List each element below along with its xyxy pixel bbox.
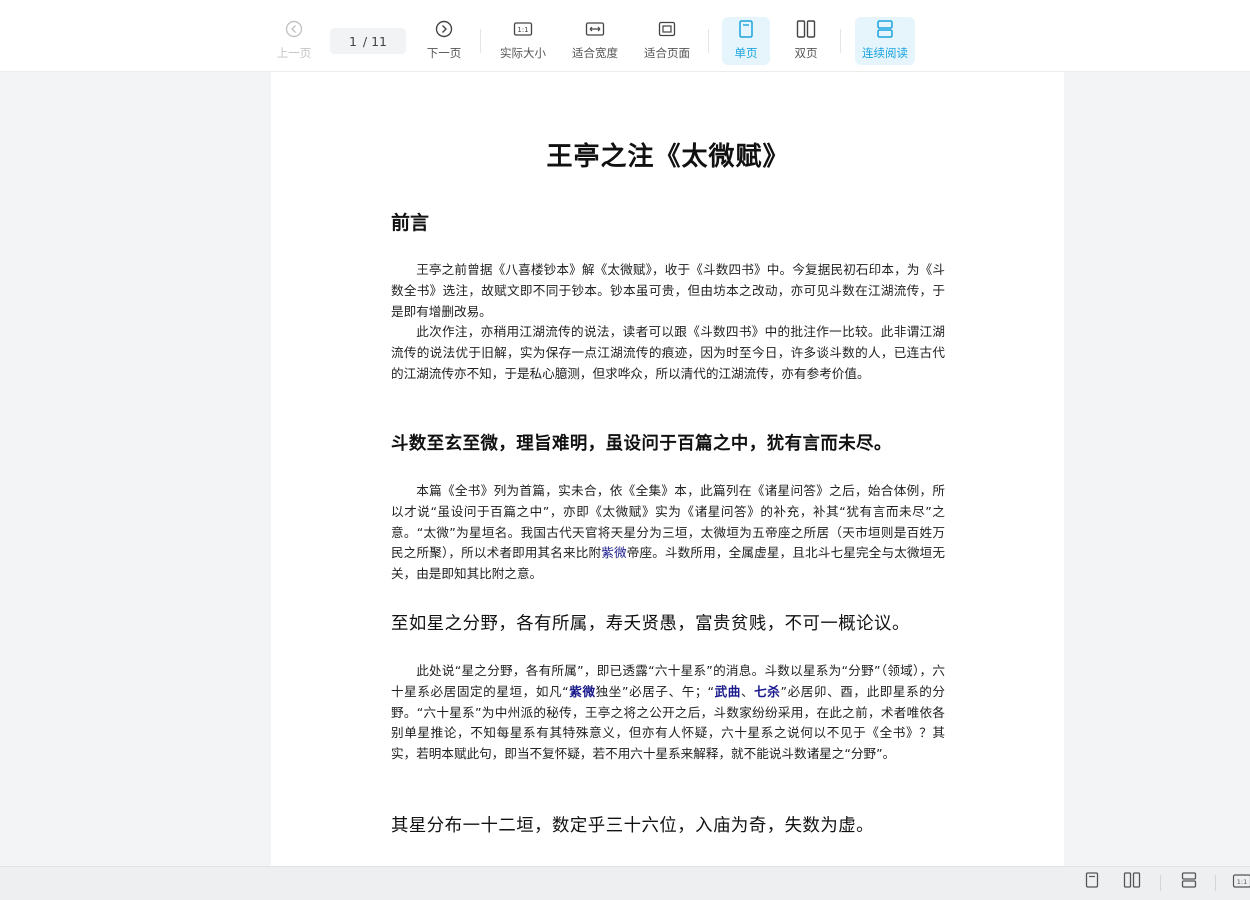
note-paragraph-1: 本篇《全书》列为首篇，实未合，依《全集》本，此篇列在《诸星问答》之后，始合体例，… (391, 481, 945, 585)
bottom-divider (1215, 875, 1216, 891)
toolbar-divider (708, 29, 709, 53)
verse-3: 其星分布一十二垣，数定乎三十六位，入庙为奇，失数为虚。 (391, 812, 945, 837)
chevron-right-circle-icon (434, 19, 454, 39)
star-name-highlight: 紫微 (569, 684, 596, 699)
single-page-button[interactable]: 单页 (722, 17, 770, 65)
double-page-icon (796, 19, 816, 39)
continuous-scroll-icon (875, 19, 895, 39)
note-text: 、 (741, 684, 754, 699)
bottom-divider (1160, 875, 1161, 891)
verse-1: 斗数至玄至微，理旨难明，虽设问于百篇之中，犹有言而未尽。 (391, 430, 945, 455)
chevron-left-circle-icon (284, 19, 304, 39)
actual-size-view-button[interactable]: 1:1 (1232, 872, 1250, 892)
svg-text:1:1: 1:1 (1237, 878, 1247, 886)
fit-page-button[interactable]: 适合页面 (641, 17, 693, 65)
fit-page-icon (657, 19, 677, 39)
note-text: 独坐”必居子、午；“ (596, 684, 714, 699)
continuous-reading-label: 连续阅读 (862, 45, 908, 61)
fit-width-button[interactable]: 适合宽度 (569, 17, 621, 65)
page-total: / 11 (363, 34, 387, 49)
actual-size-icon: 1:1 (513, 19, 533, 39)
star-name-highlight: 七杀 (754, 684, 780, 699)
continuous-view-button[interactable] (1179, 872, 1199, 892)
star-name-highlight: 紫微 (601, 545, 626, 560)
double-page-label: 双页 (795, 45, 818, 61)
fit-width-icon (585, 19, 605, 39)
preface-paragraph-1: 王亭之前曾据《八喜楼钞本》解《太微赋》，收于《斗数四书》中。今复据民初石印本，为… (391, 260, 945, 322)
double-page-button[interactable]: 双页 (786, 17, 826, 65)
prev-page-label: 上一页 (277, 45, 312, 61)
toolbar-divider (840, 29, 841, 53)
viewer-toolbar: 上一页 1 / 11 下一页 1:1 实际大小 适合宽度 适合页面 单页 (0, 0, 1250, 72)
fit-width-label: 适合宽度 (572, 45, 618, 61)
next-page-label: 下一页 (427, 45, 462, 61)
star-name-highlight: 武曲 (714, 684, 741, 699)
document-page: 王亭之注《太微赋》 前言 王亭之前曾据《八喜楼钞本》解《太微赋》，收于《斗数四书… (271, 72, 1064, 866)
actual-size-icon: 1:1 (1232, 873, 1250, 892)
single-page-icon (736, 19, 756, 39)
next-page-button[interactable]: 下一页 (424, 17, 464, 65)
continuous-reading-button[interactable]: 连续阅读 (855, 17, 915, 65)
preface-heading: 前言 (391, 208, 429, 235)
single-page-icon (1085, 872, 1099, 892)
toolbar-divider (480, 29, 481, 53)
note-paragraph-2: 此处说“星之分野，各有所属”，即已透露“六十星系”的消息。斗数以星系为“分野”（… (391, 661, 945, 765)
actual-size-button[interactable]: 1:1 实际大小 (497, 17, 549, 65)
document-title: 王亭之注《太微赋》 (391, 136, 945, 173)
fit-page-label: 适合页面 (644, 45, 690, 61)
continuous-scroll-icon (1181, 872, 1197, 892)
preface-paragraph-2: 此次作注，亦稍用江湖流传的说法，读者可以跟《斗数四书》中的批注作一比较。此非谓江… (391, 322, 945, 384)
current-page-input[interactable]: 1 (349, 34, 357, 49)
prev-page-button[interactable]: 上一页 (274, 17, 314, 65)
double-page-icon (1123, 872, 1141, 892)
double-page-view-button[interactable] (1122, 872, 1142, 892)
svg-text:1:1: 1:1 (517, 26, 528, 34)
verse-2: 至如星之分野，各有所属，寿夭贤愚，富贵贫贱，不可一概论议。 (391, 610, 945, 635)
single-page-view-button[interactable] (1082, 872, 1102, 892)
actual-size-label: 实际大小 (500, 45, 546, 61)
single-page-label: 单页 (735, 45, 758, 61)
bottom-status-bar: 1:1 (0, 866, 1250, 900)
page-indicator[interactable]: 1 / 11 (330, 28, 406, 54)
